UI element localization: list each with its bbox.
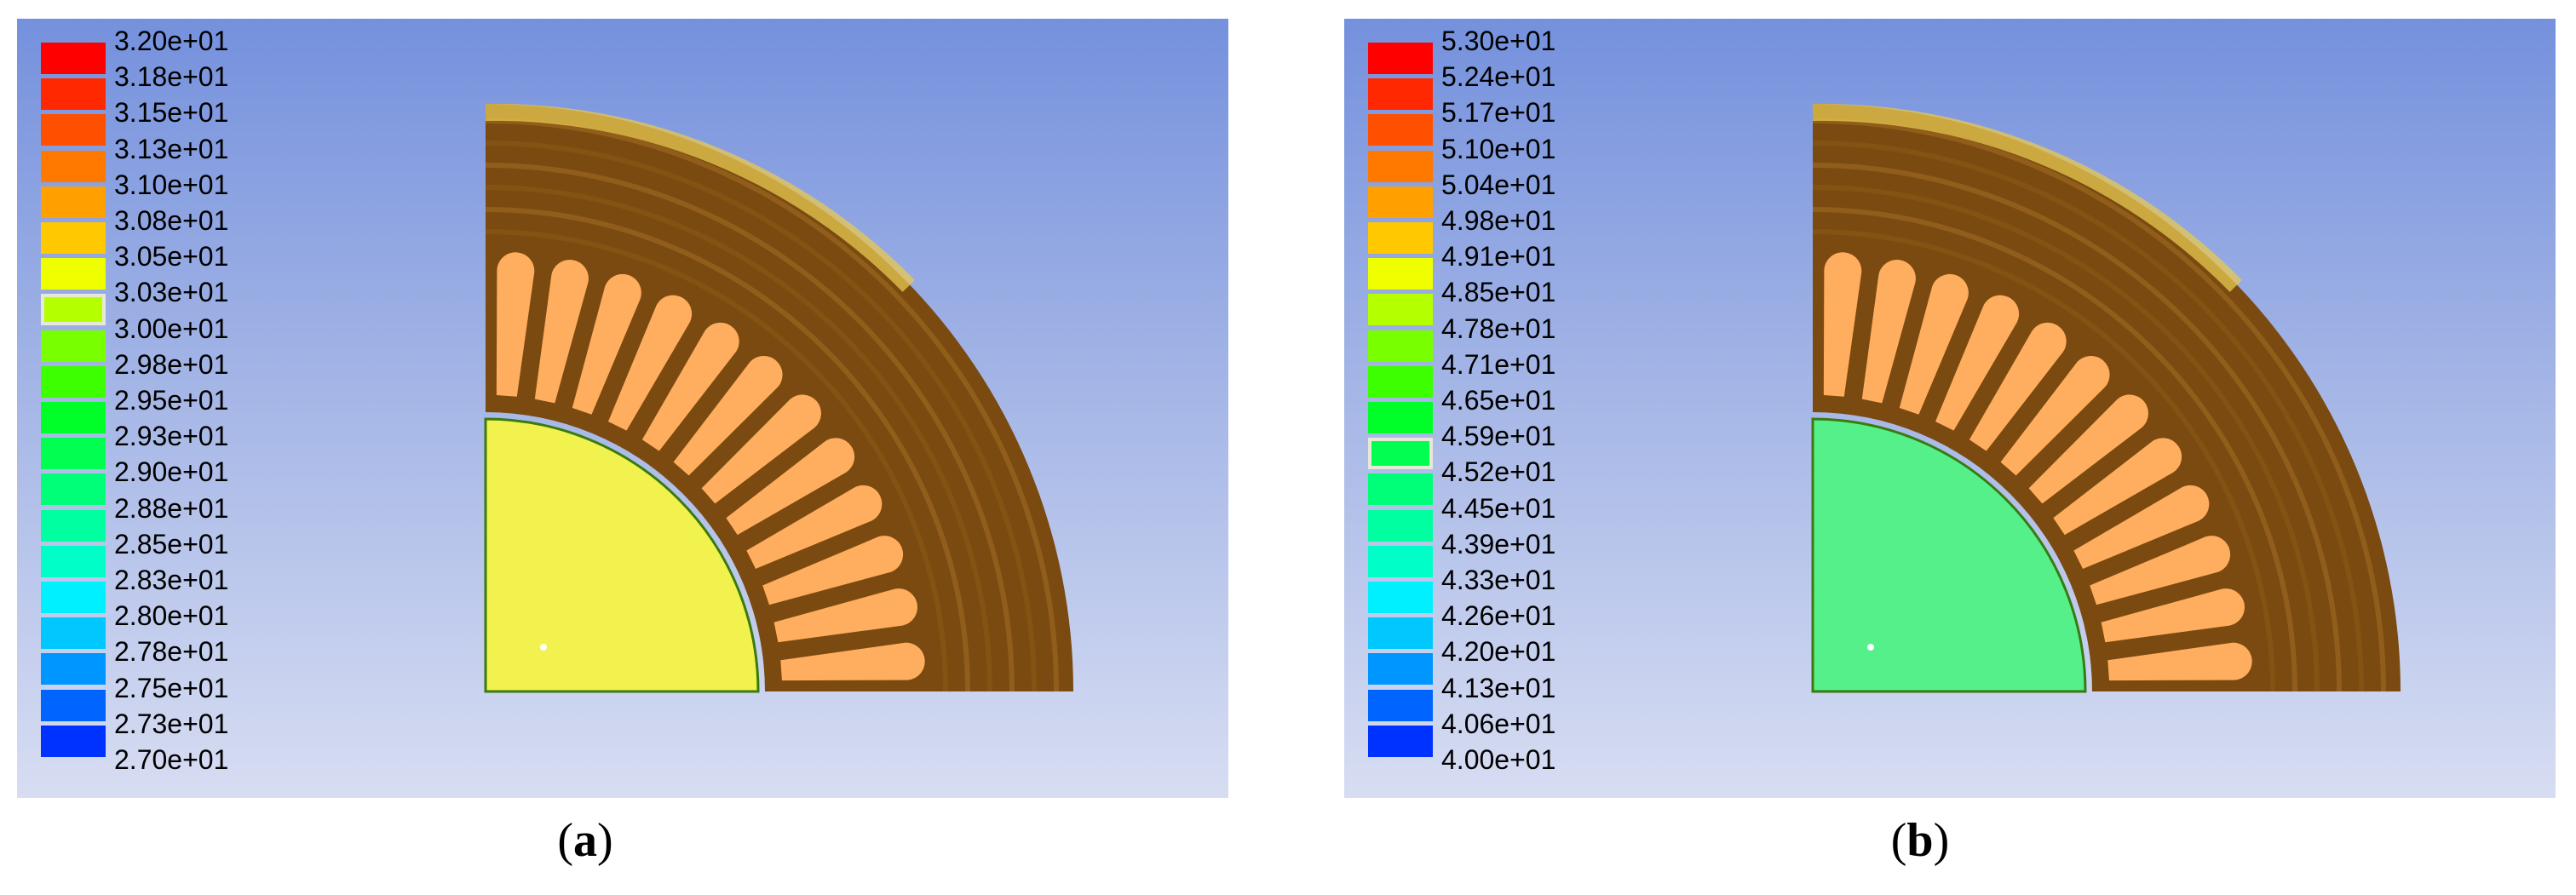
probe-point [1867, 644, 1874, 651]
contour-plot-a: 3.20e+01 3.18e+01 3.15e+01 3.13e+01 3.10e+01… [17, 19, 1228, 798]
contour-plot-b: 5.30e+01 5.24e+01 5.17e+01 5.10e+01 5.04e+01… [1344, 19, 2556, 798]
caption-b: (b) [1890, 814, 1950, 867]
motor-cross-section [484, 103, 1073, 693]
caption-a: (a) [557, 814, 613, 867]
motor-cross-section [1811, 103, 2401, 693]
probe-point [540, 644, 547, 651]
